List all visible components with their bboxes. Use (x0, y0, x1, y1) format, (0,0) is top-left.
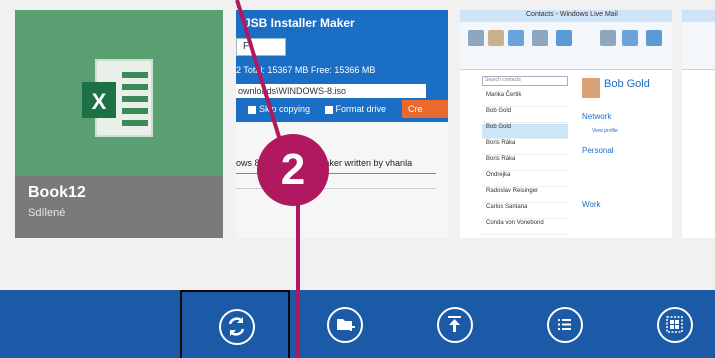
list-item: Bob Gold (482, 108, 568, 123)
contact-icon (488, 30, 504, 46)
file-grid: X Book12 Sdílené JSB Installer Maker F 2… (0, 0, 715, 290)
file-tile-partial[interactable] (682, 10, 715, 238)
delete-icon (468, 30, 484, 46)
view-profile-link: View profile (592, 128, 618, 134)
file-tile-usb-installer[interactable]: JSB Installer Maker F 2 Total: 15367 MB … (236, 10, 448, 238)
select-all-icon (657, 307, 693, 343)
section-network: Network (582, 112, 612, 121)
avatar (582, 78, 600, 98)
upload-button[interactable] (400, 290, 510, 358)
usb-header: JSB Installer Maker F 2 Total: 15367 MB … (236, 10, 448, 122)
iso-path-field: ownloads\WINDOWS-8.iso (236, 84, 426, 98)
list-item: Boris Ráka (482, 140, 568, 155)
format-drive-checkbox (324, 105, 333, 114)
new-folder-button[interactable] (290, 290, 400, 358)
file-name: Book12 (28, 184, 86, 201)
list-item: Boris Ráka (482, 156, 568, 171)
contact-search: Search contacts (482, 76, 568, 86)
excel-logo-letter: X (92, 89, 107, 114)
contacts-titlebar: Contacts - Windows Live Mail (460, 10, 672, 22)
message-icon (508, 30, 524, 46)
usb-title: JSB Installer Maker (244, 16, 355, 30)
contact-name: Bob Gold (604, 78, 650, 90)
list-item: Bob Gold (482, 124, 568, 139)
file-tile-book12[interactable]: X Book12 Sdílené (15, 10, 223, 238)
usb-options: Skip copying Format drive (236, 104, 386, 114)
sync-icon (219, 309, 255, 345)
sync-button[interactable] (180, 290, 290, 358)
list-item: Conda von Vonebond (482, 220, 568, 235)
callout-badge: 2 (257, 134, 329, 206)
file-tile-contacts[interactable]: Contacts - Windows Live Mail Search cont… (460, 10, 672, 238)
contacts-title: Contacts - Windows Live Mail (526, 11, 618, 18)
usb-total-text: 2 Total: 15367 MB Free: 15366 MB (236, 65, 376, 75)
format-drive-label: Format drive (335, 104, 387, 114)
category-icon (556, 30, 572, 46)
list-view-button[interactable] (510, 290, 620, 358)
list-item: Marika Čertik (482, 92, 568, 107)
list-view-icon (547, 307, 583, 343)
contacts-ribbon (460, 22, 672, 70)
list-item: Ondrejka (482, 172, 568, 187)
list-item: Carlos Santana (482, 204, 568, 219)
skip-copying-checkbox (248, 105, 256, 114)
list-item: Radoslav Reisinger (482, 188, 568, 203)
partial-titlebar (682, 10, 715, 22)
new-folder-icon (327, 307, 363, 343)
file-subtitle: Sdílené (28, 207, 66, 219)
select-all-button[interactable] (620, 290, 715, 358)
app-bar (0, 290, 715, 358)
section-personal: Personal (582, 146, 614, 155)
callout-line (296, 180, 300, 358)
contact-detail: Bob Gold Network View profile Personal W… (578, 72, 672, 238)
edit-icon (532, 30, 548, 46)
sign-in-icon (646, 30, 662, 46)
import-icon (622, 30, 638, 46)
skip-copying-label: Skip copying (259, 104, 311, 114)
contact-list: Search contacts Marika Čertik Bob Gold B… (482, 72, 572, 238)
partial-ribbon (682, 22, 715, 70)
excel-icon: X (82, 59, 153, 137)
section-work: Work (582, 200, 601, 209)
create-button: Cre (402, 100, 448, 118)
upload-icon (437, 307, 473, 343)
drive-select: F (236, 38, 286, 56)
view-icon (600, 30, 616, 46)
